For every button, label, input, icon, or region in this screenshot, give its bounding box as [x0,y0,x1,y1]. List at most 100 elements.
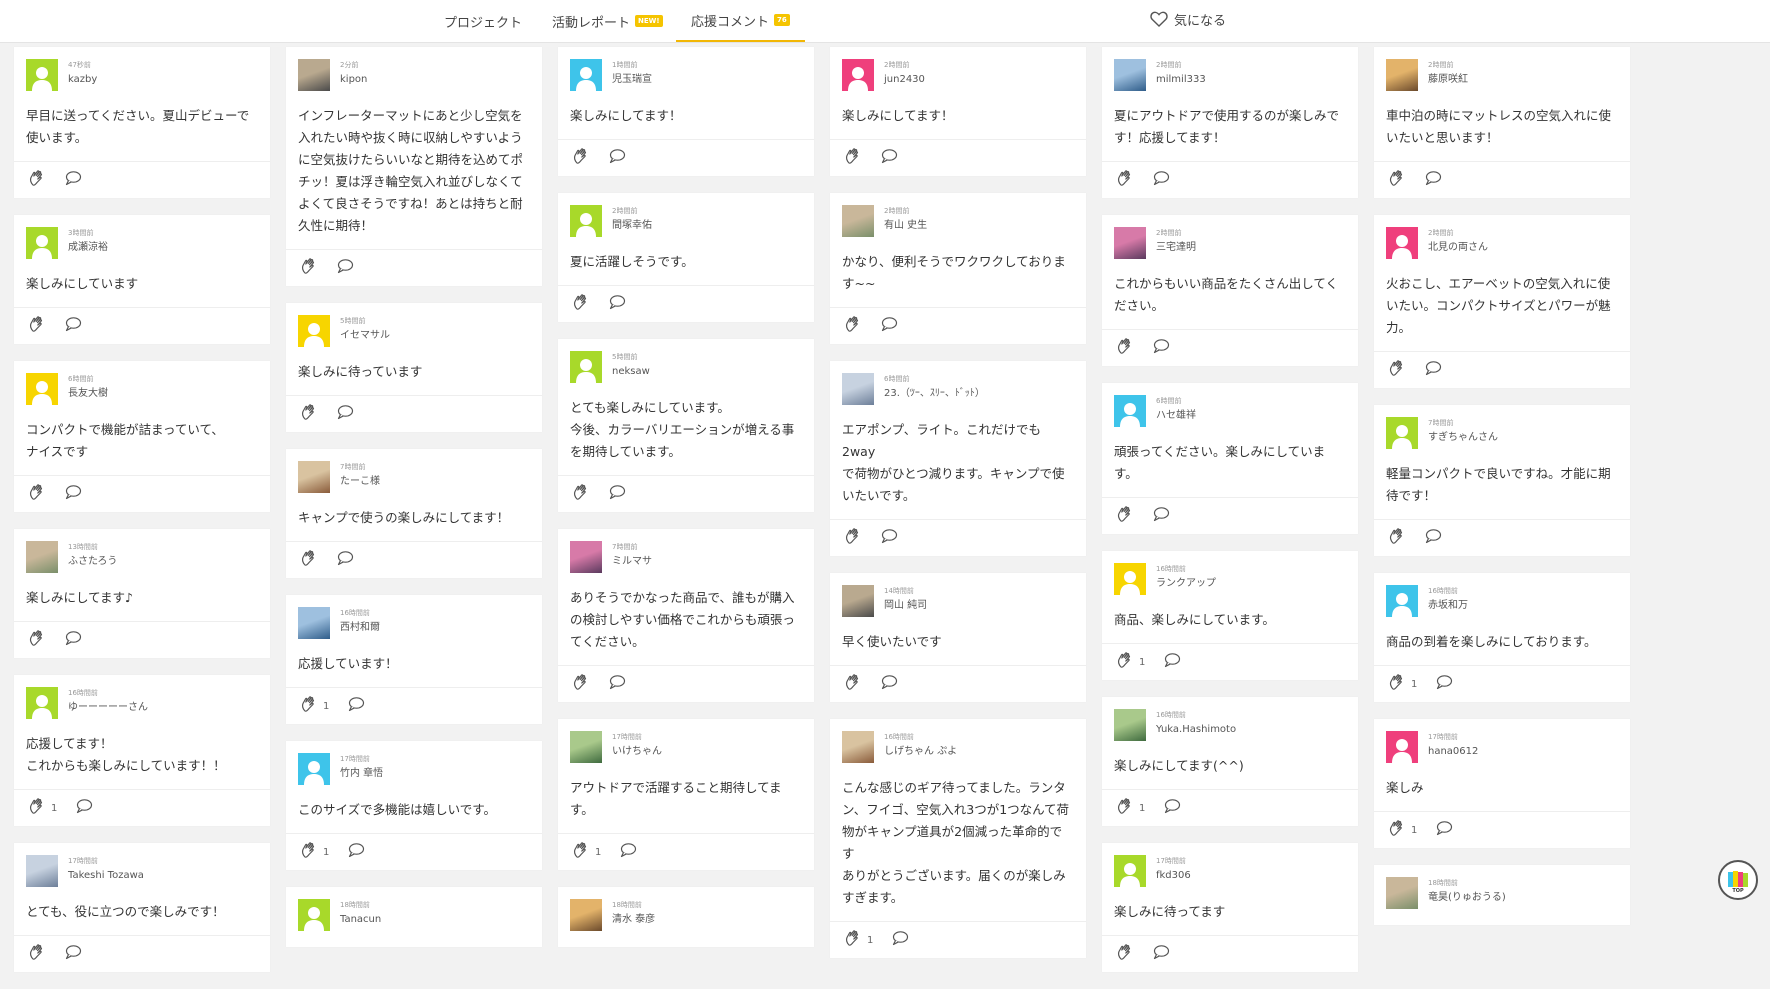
user-name[interactable]: 岡山 純司 [884,600,927,612]
user-avatar[interactable] [842,585,874,617]
user-avatar[interactable] [1114,855,1146,887]
reply-icon[interactable] [336,258,354,278]
user-name[interactable]: kazby [68,74,97,86]
user-avatar[interactable] [26,687,58,719]
user-name[interactable]: Takeshi Tozawa [68,870,144,882]
user-name[interactable]: 藤原咲紅 [1428,74,1468,86]
reply-icon[interactable] [64,944,82,964]
tab-support-comments[interactable]: 応援コメント 76 [676,0,805,42]
clap-icon[interactable] [28,315,46,337]
reply-icon[interactable] [336,550,354,570]
favorite-button[interactable]: 気になる [1150,0,1226,38]
clap-icon[interactable] [300,841,318,863]
user-name[interactable]: 間塚幸佑 [612,220,652,232]
clap-icon[interactable] [1116,797,1134,819]
user-name[interactable]: 長友大樹 [68,388,108,400]
user-avatar[interactable] [26,59,58,91]
user-name[interactable]: 西村和爾 [340,622,380,634]
clap-icon[interactable] [1116,505,1134,527]
clap-icon[interactable] [572,147,590,169]
user-avatar[interactable] [26,373,58,405]
reply-icon[interactable] [347,842,365,862]
reply-icon[interactable] [1163,798,1181,818]
user-name[interactable]: 成瀬涼裕 [68,242,108,254]
user-avatar[interactable] [1386,731,1418,763]
clap-icon[interactable] [572,673,590,695]
user-avatar[interactable] [842,59,874,91]
clap-icon[interactable] [28,943,46,965]
user-name[interactable]: 清水 泰彦 [612,914,655,926]
user-name[interactable]: たーこ様 [340,476,380,488]
clap-icon[interactable] [28,797,46,819]
clap-icon[interactable] [300,403,318,425]
user-avatar[interactable] [1386,877,1418,909]
reply-icon[interactable] [1424,360,1442,380]
user-name[interactable]: イセマサル [340,330,390,342]
user-avatar[interactable] [570,59,602,91]
user-name[interactable]: kipon [340,74,367,86]
user-name[interactable]: 赤坂和万 [1428,600,1468,612]
user-avatar[interactable] [1386,227,1418,259]
reply-icon[interactable] [1152,170,1170,190]
user-avatar[interactable] [298,607,330,639]
reply-icon[interactable] [64,630,82,650]
user-name[interactable]: しげちゃん ぷよ [884,746,957,758]
user-name[interactable]: ゆーーーーーさん [68,702,148,714]
reply-icon[interactable] [1435,674,1453,694]
clap-icon[interactable] [1116,337,1134,359]
user-avatar[interactable] [570,541,602,573]
user-avatar[interactable] [1114,227,1146,259]
clap-icon[interactable] [572,841,590,863]
clap-icon[interactable] [1116,943,1134,965]
user-avatar[interactable] [570,205,602,237]
clap-icon[interactable] [1388,527,1406,549]
clap-icon[interactable] [28,169,46,191]
user-name[interactable]: ハセ雄祥 [1156,410,1196,422]
user-name[interactable]: ふさたろう [68,556,117,568]
clap-icon[interactable] [844,315,862,337]
user-name[interactable]: hana0612 [1428,746,1478,758]
user-avatar[interactable] [842,373,874,405]
clap-icon[interactable] [844,929,862,951]
user-avatar[interactable] [26,855,58,887]
reply-icon[interactable] [608,674,626,694]
user-name[interactable]: fkd306 [1156,870,1191,882]
user-avatar[interactable] [298,315,330,347]
reply-icon[interactable] [880,148,898,168]
reply-icon[interactable] [64,170,82,190]
user-name[interactable]: milmil333 [1156,74,1206,86]
clap-icon[interactable] [1116,651,1134,673]
user-name[interactable]: いけちゃん [612,746,662,758]
user-avatar[interactable] [842,205,874,237]
user-name[interactable]: Tanacun [340,914,381,926]
tab-project[interactable]: プロジェクト [444,0,522,42]
reply-icon[interactable] [64,316,82,336]
clap-icon[interactable] [844,527,862,549]
reply-icon[interactable] [608,148,626,168]
reply-icon[interactable] [619,842,637,862]
reply-icon[interactable] [1152,506,1170,526]
user-avatar[interactable] [1114,709,1146,741]
reply-icon[interactable] [608,484,626,504]
reply-icon[interactable] [1152,944,1170,964]
reply-icon[interactable] [336,404,354,424]
clap-icon[interactable] [844,673,862,695]
clap-icon[interactable] [1388,819,1406,841]
clap-icon[interactable] [1116,169,1134,191]
reply-icon[interactable] [1424,170,1442,190]
user-avatar[interactable] [298,59,330,91]
clap-icon[interactable] [572,293,590,315]
user-avatar[interactable] [570,731,602,763]
clap-icon[interactable] [300,257,318,279]
user-avatar[interactable] [1386,59,1418,91]
back-to-top-button[interactable]: TOP [1718,860,1758,900]
user-avatar[interactable] [1114,395,1146,427]
user-avatar[interactable] [570,899,602,931]
user-avatar[interactable] [26,227,58,259]
clap-icon[interactable] [300,695,318,717]
user-avatar[interactable] [842,731,874,763]
reply-icon[interactable] [347,696,365,716]
reply-icon[interactable] [1435,820,1453,840]
user-name[interactable]: 三宅達明 [1156,242,1196,254]
clap-icon[interactable] [28,483,46,505]
